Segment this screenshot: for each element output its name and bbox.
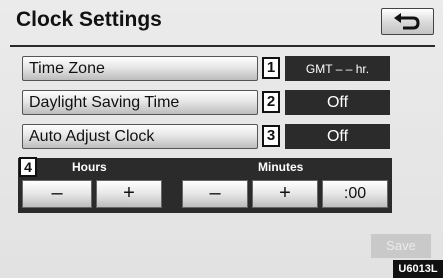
title-divider — [10, 45, 435, 47]
minutes-minus-button[interactable]: – — [182, 180, 248, 208]
clock-settings-screen: Clock Settings Time Zone 1 GMT – – hr. D… — [0, 0, 443, 278]
auto-adjust-clock-button[interactable]: Auto Adjust Clock — [22, 124, 258, 149]
callout-number-3: 3 — [262, 125, 280, 147]
save-button[interactable]: Save — [371, 234, 431, 258]
time-zone-button[interactable]: Time Zone — [22, 56, 258, 81]
return-arrow-icon — [393, 12, 420, 29]
daylight-saving-time-button[interactable]: Daylight Saving Time — [22, 90, 258, 115]
callout-number-1: 1 — [262, 57, 280, 79]
minutes-reset-button[interactable]: :00 — [322, 180, 388, 208]
callout-number-4: 4 — [19, 157, 37, 177]
hours-label: Hours — [72, 160, 107, 174]
auto-adjust-clock-value: Off — [285, 124, 390, 149]
hours-minus-button[interactable]: – — [22, 180, 92, 208]
daylight-saving-time-value: Off — [285, 90, 390, 115]
hours-plus-button[interactable]: + — [96, 180, 162, 208]
callout-number-2: 2 — [262, 91, 280, 113]
back-button[interactable] — [381, 8, 434, 35]
minutes-plus-button[interactable]: + — [252, 180, 318, 208]
minutes-label: Minutes — [258, 160, 304, 174]
figure-code-label: U6013L — [393, 260, 443, 278]
page-title: Clock Settings — [16, 8, 162, 31]
time-zone-value: GMT – – hr. — [285, 56, 390, 81]
